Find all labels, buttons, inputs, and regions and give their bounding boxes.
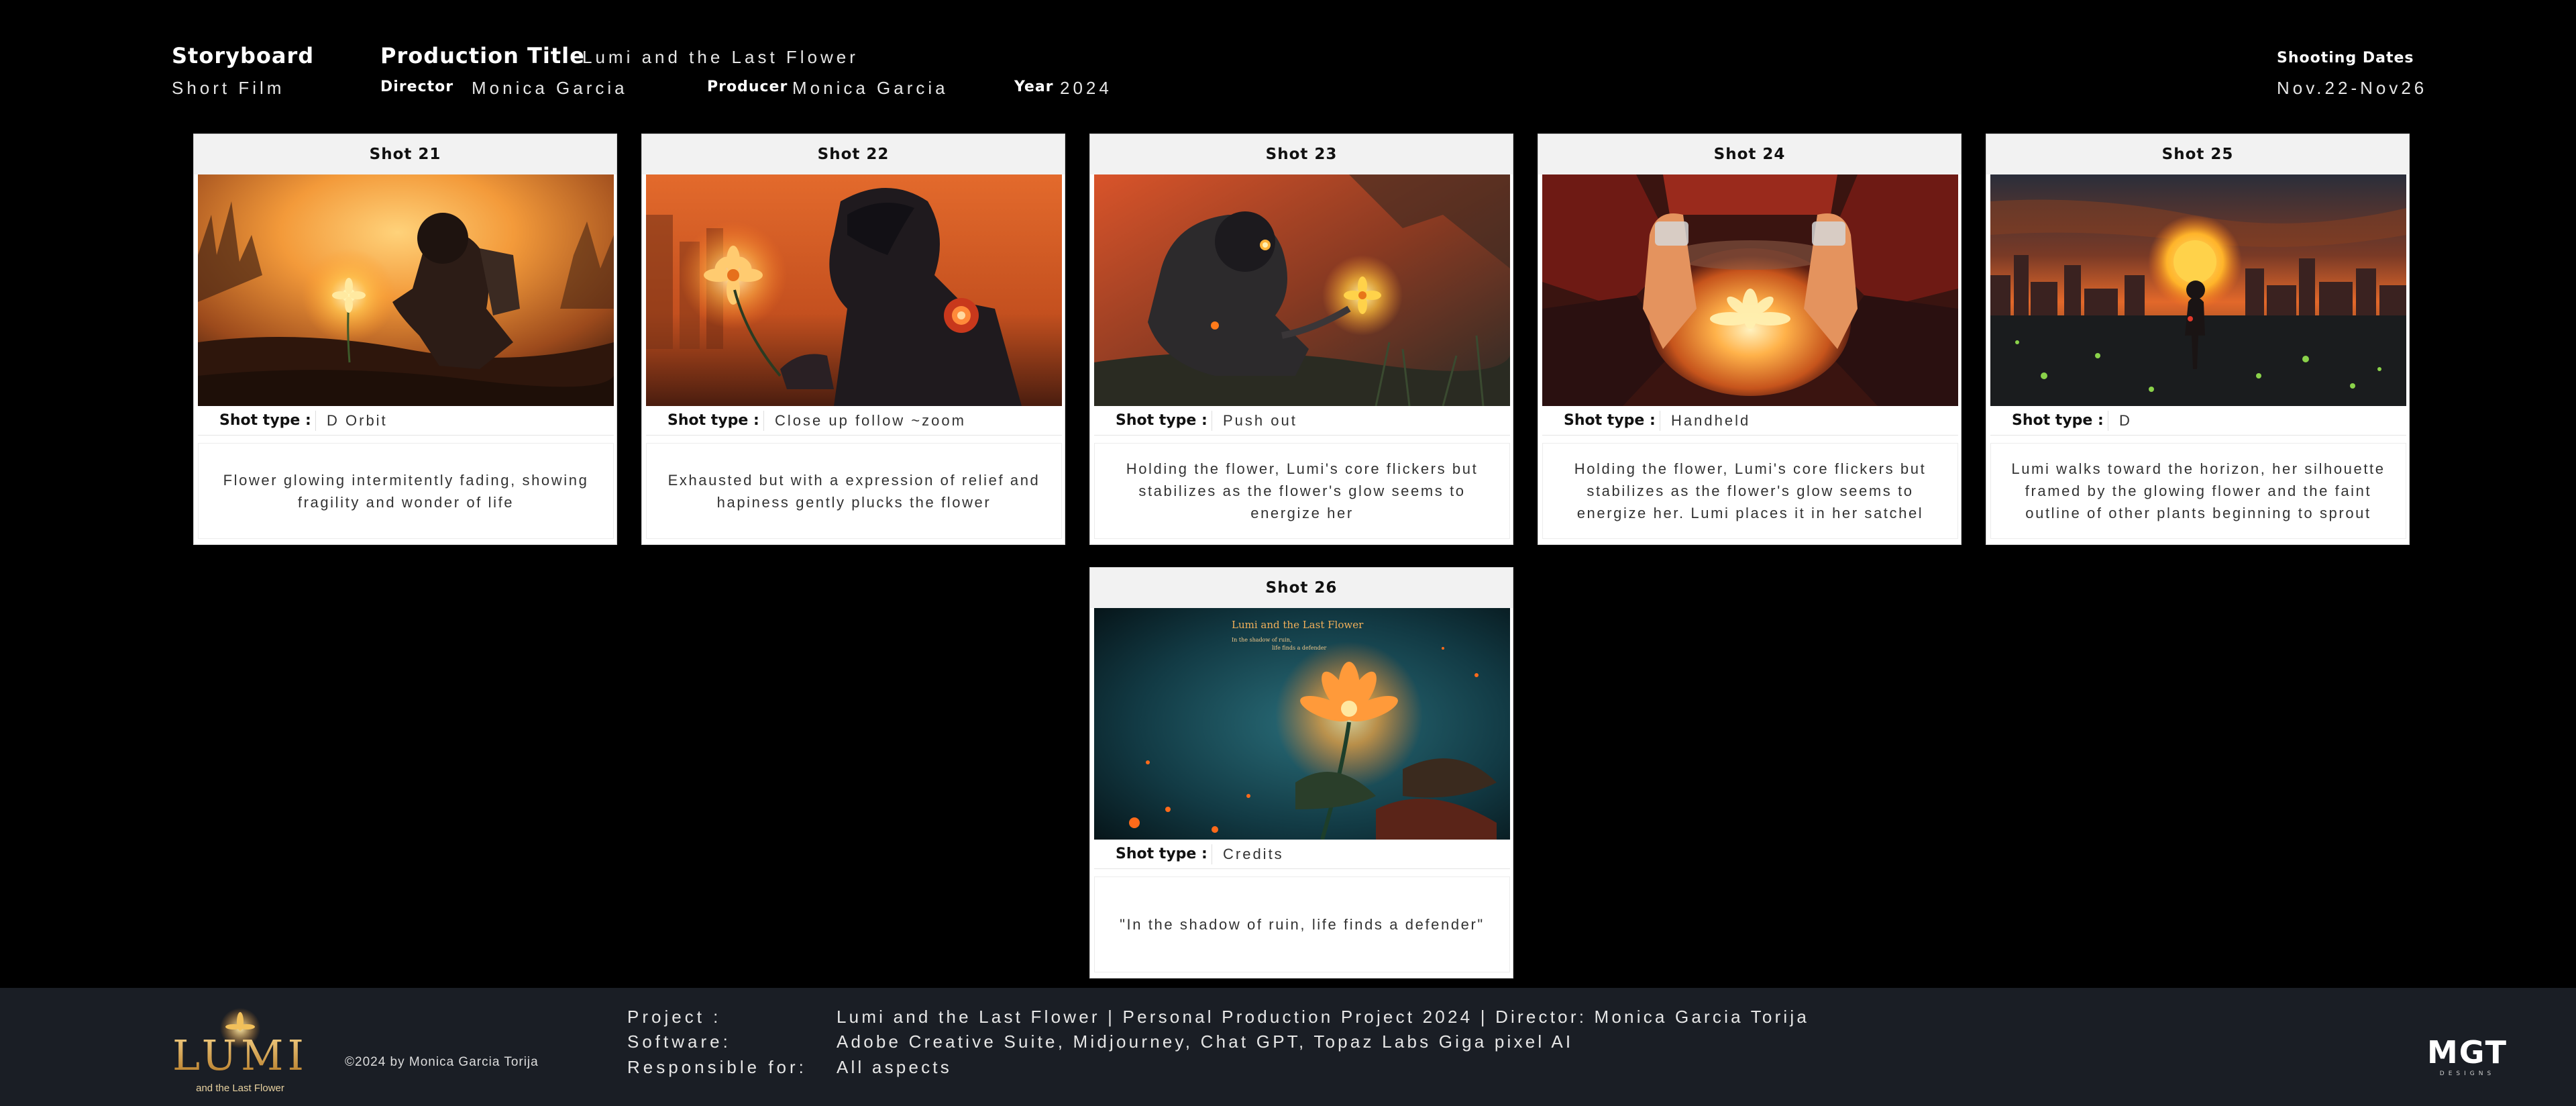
studio-logo-text: MGT [2427, 1035, 2508, 1070]
shot-image [1990, 174, 2406, 406]
shot-title: Shot 26 [1090, 568, 1513, 608]
shot-type-label: Shot type : [646, 410, 764, 431]
shot-image [1094, 174, 1510, 406]
shot-description: Holding the flower, Lumi's core flickers… [1094, 443, 1510, 539]
logo-subtext: and the Last Flower [196, 1083, 284, 1094]
shot-card-22: Shot 22 Shot type: Close up follow ~zoo… [641, 134, 1065, 545]
shot-description: Flower glowing intermitently fading, sho… [198, 443, 614, 539]
producer-label: Producer [707, 79, 788, 95]
shot-type-row: Shot type : Close up follow ~zoom [646, 406, 1062, 436]
shot-description: "In the shadow of ruin, life finds a def… [1094, 876, 1510, 972]
shot-card-21: Shot 21 Shot type: D Orbit Flower glowi… [193, 134, 617, 545]
title-card-line-1: In the shadow of ruin, [1232, 637, 1291, 643]
shooting-dates-label: Shooting Dates [2277, 50, 2414, 66]
shot-description: Exhausted but with a expression of relie… [646, 443, 1062, 539]
shot-type-value: Credits [1223, 845, 1284, 862]
footer: LUMI and the Last Flower ©2024 by Monica… [0, 988, 2576, 1106]
producer-value: Monica Garcia [792, 78, 949, 98]
shot-description: Lumi walks toward the horizon, her silho… [1990, 443, 2406, 539]
shot-image [646, 174, 1062, 406]
shot-type-row: Shot type : Credits [1094, 840, 1510, 869]
project-value: Lumi and the Last Flower | Personal Prod… [837, 1007, 1810, 1027]
lumi-logo: LUMI and the Last Flower [172, 1008, 308, 1094]
shot-type-value: D Orbit [327, 411, 388, 429]
copyright: ©2024 by Monica Garcia Torija [345, 1055, 539, 1069]
shot-card-23: Shot 23 Shot type: Push out Holding the… [1089, 134, 1513, 545]
film-type: Short Film [172, 78, 285, 98]
director-value: Monica Garcia [472, 78, 628, 98]
shooting-dates-value: Nov.22-Nov26 [2277, 78, 2428, 98]
shot-type-label: Shot type : [1542, 410, 1660, 431]
shot-type-value: Close up follow ~zoom [775, 411, 966, 429]
shot-image [198, 174, 614, 406]
shot-type-label: Shot type : [1990, 410, 2108, 431]
shot-image [1542, 174, 1958, 406]
production-title-label: Production Title [380, 43, 585, 68]
software-label: Software: [627, 1032, 731, 1052]
shot-card-25: Shot 25 Shot type: D Lumi walks toward … [1986, 134, 2410, 545]
production-title: Lumi and the Last Flower [582, 47, 859, 67]
shot-type-row: Shot type : Push out [1094, 406, 1510, 436]
shot-card-24: Shot 24 Shot type : Handheld Holding the… [1538, 134, 1962, 545]
logo-text: LUMI [172, 1031, 308, 1080]
shot-title: Shot 25 [1986, 134, 2409, 174]
software-value: Adobe Creative Suite, Midjourney, Chat G… [837, 1032, 1574, 1052]
year-value: 2024 [1060, 78, 1112, 98]
responsible-value: All aspects [837, 1057, 952, 1077]
responsible-label: Responsible for: [627, 1057, 807, 1077]
shot-type-label: Shot type : [1094, 410, 1212, 431]
shot-type-row: Shot type : D [1990, 406, 2406, 436]
shot-title: Shot 21 [194, 134, 616, 174]
title-card-text: Lumi and the Last Flower [1232, 619, 1364, 631]
shot-type-row: Shot type : D Orbit [198, 406, 614, 436]
shot-title: Shot 22 [642, 134, 1065, 174]
shot-type-value: Handheld [1671, 411, 1751, 429]
shot-title: Shot 24 [1538, 134, 1961, 174]
shot-image: Lumi and the Last Flower In the shadow o… [1094, 608, 1510, 840]
shot-type-label: Shot type : [1094, 844, 1212, 864]
studio-sub-text: DESIGNS [2440, 1070, 2495, 1076]
shot-type-row: Shot type : Handheld [1542, 406, 1958, 436]
project-label: Project : [627, 1007, 722, 1027]
title-card-line-2: life finds a defender [1272, 645, 1326, 651]
storyboard-label: Storyboard [172, 43, 315, 68]
shot-type-label: Shot type : [198, 410, 316, 431]
year-label: Year [1014, 79, 1054, 95]
mgt-designs-logo: MGT DESIGNS [2427, 1035, 2508, 1076]
shot-description: Holding the flower, Lumi's core flickers… [1542, 443, 1958, 539]
director-label: Director [380, 79, 454, 95]
shot-type-value: D [2119, 411, 2132, 429]
shot-title: Shot 23 [1090, 134, 1513, 174]
shot-type-value: Push out [1223, 411, 1297, 429]
shot-card-26: Shot 26 Lumi and the Last Flower In the … [1089, 567, 1513, 978]
